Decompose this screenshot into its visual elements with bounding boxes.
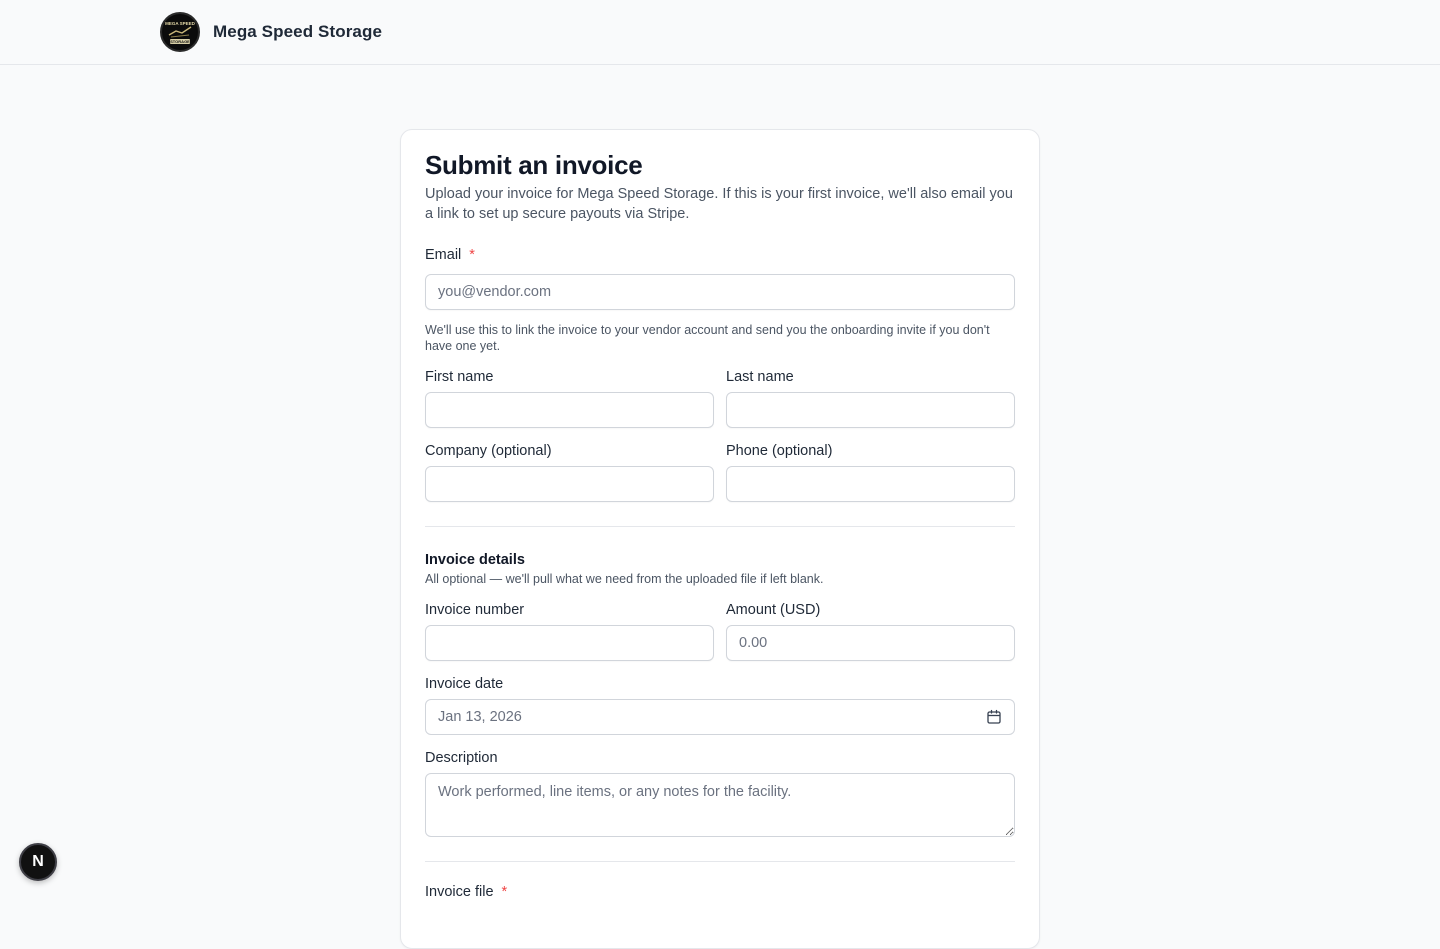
invoice-form-card: Submit an invoice Upload your invoice fo…	[400, 129, 1040, 949]
description-textarea[interactable]	[425, 773, 1015, 837]
email-input[interactable]	[425, 274, 1015, 310]
page-title: Submit an invoice	[425, 150, 643, 180]
top-header: MEGA SPEED STORAGE Mega Speed Storage	[0, 0, 1440, 65]
invoice-file-label-text: Invoice file	[425, 884, 494, 900]
invoice-details-heading: Invoice details	[425, 552, 525, 568]
description-label: Description	[425, 750, 498, 766]
brand-name: Mega Speed Storage	[213, 22, 383, 41]
invoice-details-subtitle: All optional — we'll pull what we need f…	[425, 572, 824, 586]
section-divider	[425, 861, 1015, 862]
calendar-icon[interactable]	[986, 709, 1002, 725]
company-input[interactable]	[425, 466, 714, 502]
logo-text-bottom: STORAGE	[170, 39, 190, 44]
invoice-number-input[interactable]	[425, 625, 714, 661]
last-name-input[interactable]	[726, 392, 1015, 428]
invoice-date-label: Invoice date	[425, 676, 504, 692]
phone-input[interactable]	[726, 466, 1015, 502]
brand-link[interactable]: MEGA SPEED STORAGE Mega Speed Storage	[160, 12, 382, 52]
required-marker: *	[469, 247, 475, 263]
page-subtitle: Upload your invoice for Mega Speed Stora…	[425, 186, 1013, 222]
email-label: Email *	[425, 247, 475, 263]
invoice-date-picker[interactable]: Jan 13, 2026	[425, 699, 1015, 735]
email-label-text: Email	[425, 247, 462, 263]
required-marker: *	[501, 884, 508, 900]
company-label: Company (optional)	[425, 443, 552, 459]
last-name-label: Last name	[726, 369, 794, 385]
invoice-file-label: Invoice file *	[425, 884, 507, 900]
amount-input[interactable]	[726, 625, 1015, 661]
brand-logo: MEGA SPEED STORAGE	[160, 12, 200, 52]
email-hint: We'll use this to link the invoice to yo…	[425, 323, 990, 353]
first-name-input[interactable]	[425, 392, 714, 428]
invoice-date-value: Jan 13, 2026	[438, 709, 522, 725]
logo-text-top: MEGA SPEED	[165, 21, 196, 26]
invoice-number-label: Invoice number	[425, 602, 525, 618]
first-name-label: First name	[425, 369, 494, 385]
amount-label: Amount (USD)	[726, 602, 821, 618]
section-divider	[425, 526, 1015, 527]
dev-tools-letter: N	[32, 853, 44, 870]
dev-tools-button[interactable]: N	[19, 843, 57, 881]
logo-emblem-icon: MEGA SPEED STORAGE	[163, 15, 197, 49]
phone-label: Phone (optional)	[726, 443, 833, 459]
